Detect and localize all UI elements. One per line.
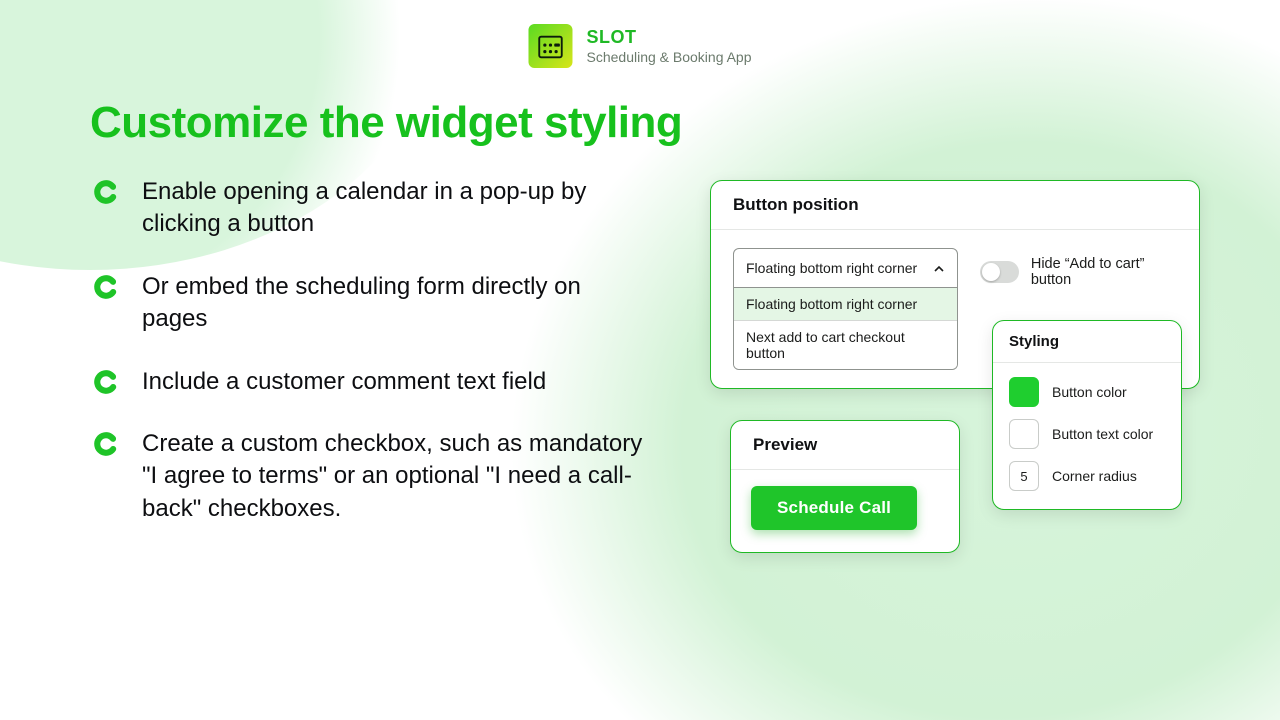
select-option[interactable]: Floating bottom right corner bbox=[734, 288, 957, 320]
button-position-select[interactable]: Floating bottom right corner Floating bo… bbox=[733, 248, 958, 370]
calendar-dots-icon bbox=[535, 31, 565, 61]
feature-list: Enable opening a calendar in a pop-up by… bbox=[92, 176, 652, 555]
page-title: Customize the widget styling bbox=[90, 98, 682, 148]
corner-radius-label: Corner radius bbox=[1052, 468, 1137, 484]
list-item: Or embed the scheduling form directly on… bbox=[92, 271, 652, 336]
preview-card: Preview Schedule Call bbox=[730, 420, 960, 553]
brand-header: SLOT Scheduling & Booking App bbox=[528, 24, 751, 68]
brand-tagline: Scheduling & Booking App bbox=[586, 49, 751, 65]
brand-name: SLOT bbox=[586, 27, 751, 48]
select-option[interactable]: Next add to cart checkout button bbox=[734, 320, 957, 369]
list-item: Include a customer comment text field bbox=[92, 366, 652, 398]
bullet-ring-icon bbox=[92, 178, 120, 206]
chevron-up-icon bbox=[933, 260, 945, 276]
text-color-swatch[interactable] bbox=[1009, 419, 1039, 449]
bullet-ring-icon bbox=[92, 430, 120, 458]
styling-card: Styling Button color Button text color 5… bbox=[992, 320, 1182, 510]
hide-add-to-cart-label: Hide “Add to cart” button bbox=[1031, 256, 1177, 288]
hide-add-to-cart-toggle[interactable] bbox=[980, 261, 1019, 283]
list-item-text: Create a custom checkbox, such as mandat… bbox=[142, 428, 652, 525]
list-item-text: Include a customer comment text field bbox=[142, 366, 546, 398]
list-item: Create a custom checkbox, such as mandat… bbox=[92, 428, 652, 525]
list-item: Enable opening a calendar in a pop-up by… bbox=[92, 176, 652, 241]
corner-radius-input[interactable]: 5 bbox=[1009, 461, 1039, 491]
select-value: Floating bottom right corner bbox=[746, 260, 917, 276]
bullet-ring-icon bbox=[92, 368, 120, 396]
button-color-label: Button color bbox=[1052, 384, 1127, 400]
styling-title: Styling bbox=[993, 321, 1181, 363]
list-item-text: Or embed the scheduling form directly on… bbox=[142, 271, 652, 336]
list-item-text: Enable opening a calendar in a pop-up by… bbox=[142, 176, 652, 241]
select-options: Floating bottom right corner Next add to… bbox=[733, 288, 958, 370]
toggle-knob bbox=[982, 263, 1000, 281]
brand-logo-icon bbox=[528, 24, 572, 68]
schedule-call-button[interactable]: Schedule Call bbox=[751, 486, 917, 530]
preview-title: Preview bbox=[731, 421, 959, 470]
button-color-swatch[interactable] bbox=[1009, 377, 1039, 407]
bullet-ring-icon bbox=[92, 273, 120, 301]
button-position-title: Button position bbox=[711, 181, 1199, 230]
text-color-label: Button text color bbox=[1052, 426, 1153, 442]
